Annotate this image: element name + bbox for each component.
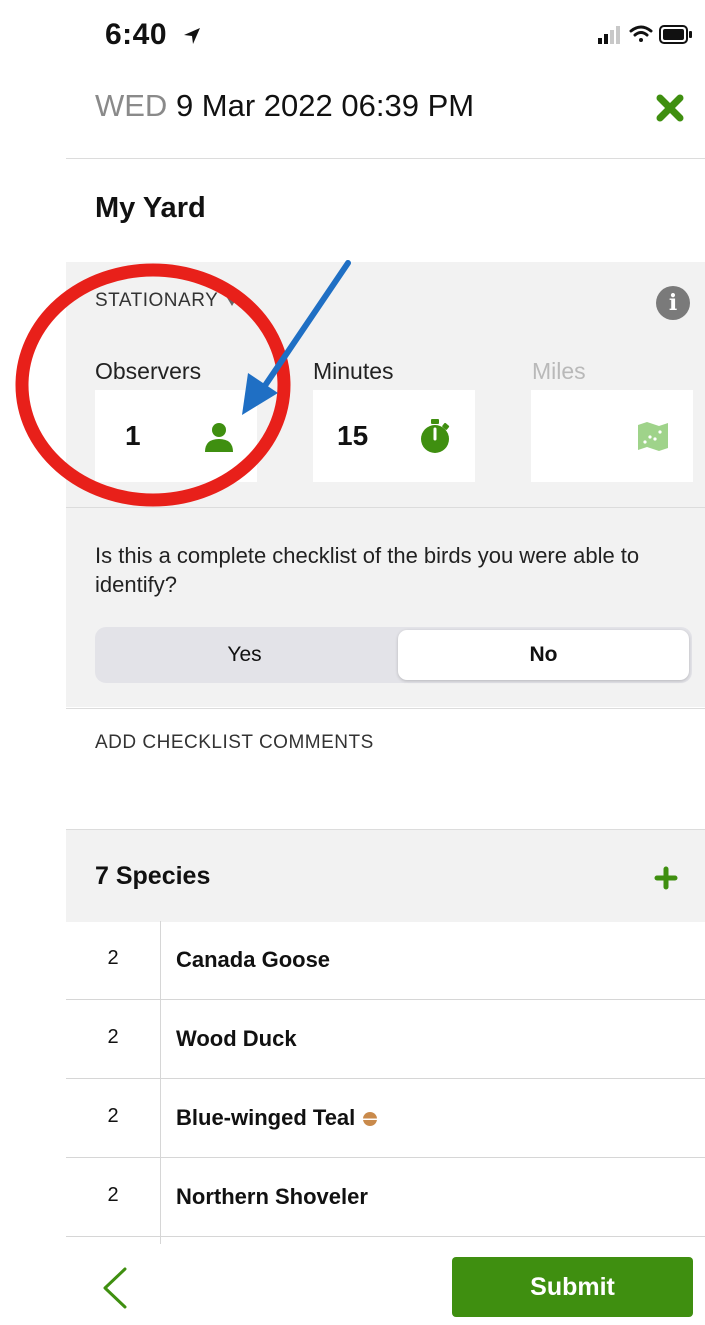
cellular-signal-icon: [598, 26, 620, 44]
list-item[interactable]: 2 Canada Goose: [66, 921, 705, 1000]
status-icons: [598, 25, 692, 44]
complete-checklist-toggle: Yes No: [95, 627, 692, 683]
species-quantity[interactable]: 2: [66, 1105, 160, 1128]
minutes-value: 15: [337, 420, 369, 451]
observers-field[interactable]: 1: [95, 390, 257, 482]
species-count: 7 Species: [95, 862, 211, 890]
species-name: Wood Duck: [176, 1026, 297, 1051]
protocol-selector[interactable]: STATIONARY: [95, 290, 239, 312]
miles-field[interactable]: [531, 390, 693, 482]
yes-option[interactable]: Yes: [95, 627, 394, 683]
status-time-text: 6:40: [105, 18, 168, 51]
divider: [66, 708, 705, 709]
complete-checklist-question: Is this a complete checklist of the bird…: [95, 543, 640, 597]
breeding-code-icon: [363, 1112, 378, 1126]
observers-label: Observers: [95, 358, 202, 384]
species-name: Northern Shoveler: [176, 1184, 368, 1209]
map-icon: [638, 422, 668, 451]
caret-down-icon: [226, 295, 239, 306]
location-name[interactable]: My Yard: [95, 192, 206, 225]
divider: [160, 1000, 161, 1078]
location-arrow-icon: [183, 28, 200, 45]
species-quantity[interactable]: 2: [66, 1184, 160, 1207]
divider: [160, 1158, 161, 1236]
divider: [66, 507, 705, 508]
no-option[interactable]: No: [398, 630, 689, 680]
protocol-label: STATIONARY: [95, 290, 219, 311]
wifi-icon: [629, 25, 653, 42]
miles-label: Miles: [532, 358, 586, 384]
checklist-datetime[interactable]: WED 9 Mar 2022 06:39 PM: [95, 88, 474, 124]
divider: [160, 921, 161, 999]
add-comments-button[interactable]: ADD CHECKLIST COMMENTS: [95, 732, 374, 754]
day-of-week: WED: [95, 88, 168, 123]
species-quantity[interactable]: 2: [66, 1026, 160, 1049]
species-list: 2 Canada Goose 2 Wood Duck 2 Blue-winged…: [66, 921, 705, 1245]
divider: [66, 158, 705, 159]
species-name-wrap: Blue-winged Teal: [176, 1105, 378, 1131]
species-name: Canada Goose: [176, 947, 331, 972]
close-icon[interactable]: [654, 92, 686, 124]
person-icon: [205, 423, 233, 452]
date-time: 9 Mar 2022 06:39 PM: [175, 88, 475, 123]
list-item[interactable]: 2 Wood Duck: [66, 1000, 705, 1079]
minutes-label: Minutes: [313, 358, 394, 384]
stopwatch-icon: [421, 419, 450, 453]
list-item[interactable]: 2 Blue-winged Teal: [66, 1079, 705, 1158]
observers-value: 1: [125, 420, 141, 451]
minutes-field[interactable]: 15: [313, 390, 475, 482]
divider: [160, 1079, 161, 1157]
add-icon[interactable]: [654, 866, 678, 890]
species-name: Blue-winged Teal: [176, 1105, 356, 1130]
back-chevron-icon[interactable]: [100, 1266, 130, 1310]
status-time: 6:40: [105, 18, 202, 52]
species-quantity[interactable]: 2: [66, 947, 160, 970]
info-icon[interactable]: i: [656, 286, 690, 320]
submit-button[interactable]: Submit: [452, 1257, 693, 1317]
list-item[interactable]: 2 Northern Shoveler: [66, 1158, 705, 1237]
battery-icon: [659, 25, 692, 44]
